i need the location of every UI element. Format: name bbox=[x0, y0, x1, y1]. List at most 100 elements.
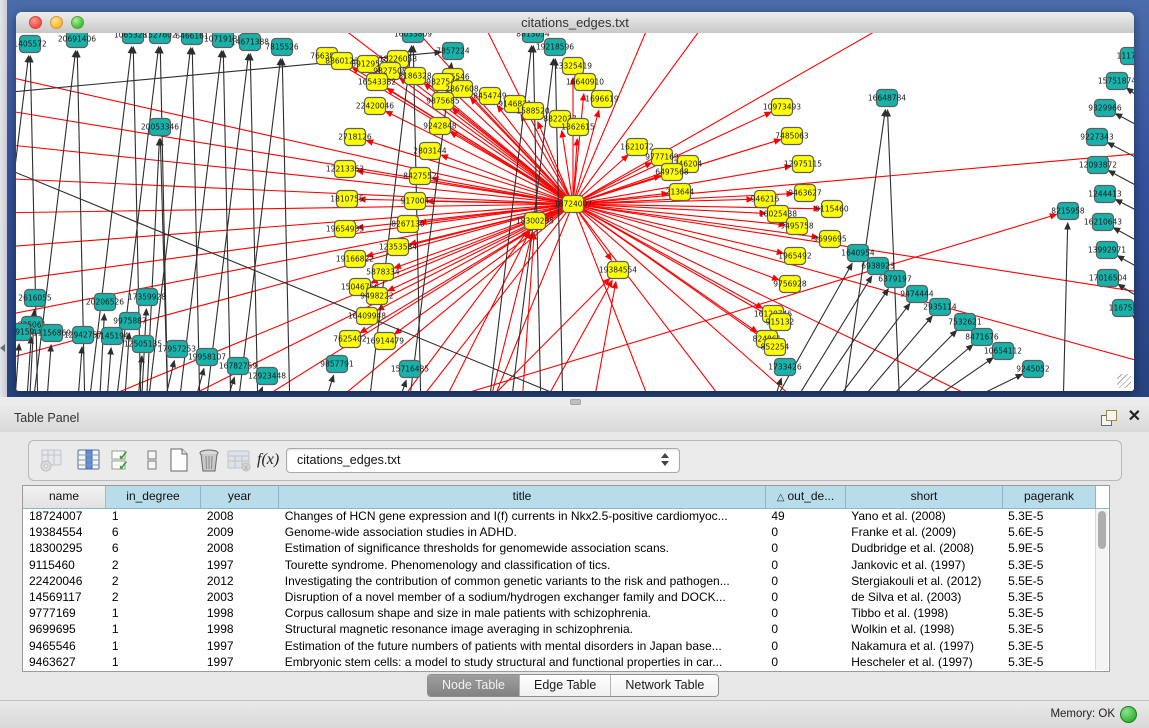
graph-node[interactable]: 12975115 bbox=[784, 156, 822, 173]
table-cell[interactable]: 2 bbox=[106, 589, 201, 605]
citation-edge-black[interactable] bbox=[223, 377, 234, 391]
graph-node[interactable]: 12093872 bbox=[1079, 157, 1117, 174]
table-cell[interactable]: 5.9E-5 bbox=[1002, 540, 1095, 556]
table-cell[interactable]: 0 bbox=[765, 638, 845, 654]
graph-node[interactable]: 22420046 bbox=[356, 98, 394, 115]
citation-edge-red[interactable] bbox=[573, 94, 584, 204]
table-cell[interactable]: 2 bbox=[106, 557, 201, 573]
table-cell[interactable]: 2003 bbox=[201, 589, 279, 605]
graph-node[interactable]: 7815526 bbox=[265, 39, 299, 56]
table-cell[interactable]: 1 bbox=[106, 621, 201, 637]
graph-node[interactable]: 9699695 bbox=[813, 231, 847, 248]
float-panel-icon[interactable] bbox=[1101, 410, 1117, 426]
graph-node[interactable]: 19384554 bbox=[599, 262, 637, 279]
table-cell[interactable]: Genome-wide association studies in ADHD. bbox=[279, 524, 766, 540]
table-cell[interactable]: Dudbridge et al. (2008) bbox=[845, 540, 1002, 556]
table-cell[interactable]: Tibbo et al. (1998) bbox=[845, 605, 1002, 621]
table-cell[interactable]: 0 bbox=[765, 589, 845, 605]
table-row[interactable]: 977716911998Corpus callosum shape and si… bbox=[23, 605, 1095, 621]
table-cell[interactable]: 2 bbox=[106, 573, 201, 589]
citation-edge-black[interactable] bbox=[46, 345, 51, 391]
table-cell[interactable]: 2009 bbox=[201, 524, 279, 540]
graph-node[interactable]: 2935114 bbox=[923, 299, 957, 316]
new-document-icon[interactable] bbox=[166, 447, 192, 473]
table-cell[interactable]: 5.3E-5 bbox=[1002, 605, 1095, 621]
graph-node[interactable]: 1527602 bbox=[143, 33, 177, 44]
table-cell[interactable]: 1 bbox=[106, 605, 201, 621]
table-cell[interactable]: 2012 bbox=[201, 573, 279, 589]
column-header-title[interactable]: title bbox=[279, 486, 766, 508]
graph-node[interactable]: 20053346 bbox=[141, 119, 179, 136]
citation-edge-black[interactable] bbox=[16, 344, 19, 391]
graph-node[interactable]: 111724 bbox=[1117, 48, 1134, 65]
graph-node[interactable]: 13325419 bbox=[554, 58, 592, 75]
graph-node[interactable]: 20206526 bbox=[86, 294, 124, 311]
graph-node[interactable]: 1696619 bbox=[585, 91, 619, 108]
citation-edge-red[interactable] bbox=[573, 204, 736, 391]
table-cell[interactable]: 9777169 bbox=[23, 605, 106, 621]
delete-icon[interactable] bbox=[196, 447, 222, 473]
table-cell[interactable]: Structural magnetic resonance image aver… bbox=[279, 621, 766, 637]
citation-edge-black[interactable] bbox=[875, 331, 957, 391]
graph-node[interactable]: 8215958 bbox=[1051, 203, 1085, 220]
import-table-icon[interactable]: x bbox=[226, 447, 252, 473]
table-cell[interactable]: 9699695 bbox=[23, 621, 106, 637]
table-cell[interactable]: 19384554 bbox=[23, 524, 106, 540]
table-selector-dropdown[interactable]: citations_edges.txt bbox=[286, 448, 680, 473]
network-canvas[interactable]: 1405572206914061065328715276026466161107… bbox=[16, 33, 1134, 391]
table-cell[interactable]: Embryonic stem cells: a model to study s… bbox=[279, 654, 766, 670]
citation-edge-black[interactable] bbox=[887, 110, 900, 391]
graph-node[interactable]: 12505135 bbox=[124, 336, 162, 353]
table-cell[interactable]: 0 bbox=[765, 654, 845, 670]
table-cell[interactable]: 1 bbox=[106, 508, 201, 524]
graph-node[interactable]: 9463627 bbox=[788, 185, 822, 202]
citation-edge-black[interactable] bbox=[1116, 114, 1134, 138]
tab-network-table[interactable]: Network Table bbox=[611, 675, 718, 696]
table-cell[interactable]: 0 bbox=[765, 557, 845, 573]
citation-edge-red[interactable] bbox=[536, 280, 612, 391]
graph-node[interactable]: 7857224 bbox=[436, 43, 470, 60]
graph-node[interactable]: 16914479 bbox=[366, 333, 404, 350]
graph-node[interactable]: 915132 bbox=[766, 314, 795, 331]
table-cell[interactable]: 1997 bbox=[201, 654, 279, 670]
citation-edge-black[interactable] bbox=[1127, 88, 1134, 113]
table-cell[interactable]: 5.5E-5 bbox=[1002, 573, 1095, 589]
table-cell[interactable]: Jankovic et al. (1997) bbox=[845, 557, 1002, 573]
table-cell[interactable]: 1 bbox=[106, 638, 201, 654]
table-cell[interactable]: Investigating the contribution of common… bbox=[279, 573, 766, 589]
graph-node[interactable]: 9115460 bbox=[815, 201, 849, 218]
graph-node[interactable]: 7625402 bbox=[333, 331, 367, 348]
table-cell[interactable]: 0 bbox=[765, 605, 845, 621]
table-cell[interactable]: 2008 bbox=[201, 508, 279, 524]
column-header-pagerank[interactable]: pagerank bbox=[1003, 486, 1096, 508]
table-cell[interactable]: 5.3E-5 bbox=[1002, 621, 1095, 637]
table-cell[interactable]: 0 bbox=[765, 524, 845, 540]
table-row[interactable]: 1830029562008Estimation of significance … bbox=[23, 540, 1095, 556]
table-cell[interactable]: 18724007 bbox=[23, 508, 106, 524]
table-cell[interactable]: Yano et al. (2008) bbox=[845, 508, 1002, 524]
left-splitter-strip[interactable] bbox=[0, 0, 7, 397]
citation-edge-black[interactable] bbox=[99, 314, 104, 391]
column-header-out_de[interactable]: △out_de... bbox=[766, 486, 846, 508]
table-cell[interactable]: 22420046 bbox=[23, 573, 106, 589]
table-scrollbar[interactable] bbox=[1095, 509, 1108, 670]
select-columns-icon[interactable] bbox=[76, 447, 102, 473]
citation-edge-black[interactable] bbox=[805, 289, 888, 391]
collapse-arrow-icon[interactable] bbox=[0, 344, 5, 352]
tab-node-table[interactable]: Node Table bbox=[428, 675, 520, 696]
citation-edge-black[interactable] bbox=[1132, 315, 1134, 338]
graph-node[interactable]: 7485063 bbox=[775, 128, 809, 145]
table-cell[interactable]: 49 bbox=[765, 508, 845, 524]
table-settings-icon[interactable] bbox=[39, 447, 65, 473]
scrollbar-thumb[interactable] bbox=[1098, 511, 1106, 549]
table-cell[interactable]: 9465546 bbox=[23, 638, 106, 654]
citation-edge-black[interactable] bbox=[192, 48, 200, 391]
table-cell[interactable]: 5.3E-5 bbox=[1002, 557, 1095, 573]
table-cell[interactable]: de Silva et al. (2003) bbox=[845, 589, 1002, 605]
table-cell[interactable]: 14569117 bbox=[23, 589, 106, 605]
table-cell[interactable]: Hescheler et al. (1997) bbox=[845, 654, 1002, 670]
table-cell[interactable]: Changes of HCN gene expression and I(f) … bbox=[279, 508, 766, 524]
citation-edge-red[interactable] bbox=[16, 108, 573, 204]
close-panel-icon[interactable]: ✕ bbox=[1128, 409, 1141, 425]
graph-node[interactable]: 116753 bbox=[1109, 300, 1134, 317]
